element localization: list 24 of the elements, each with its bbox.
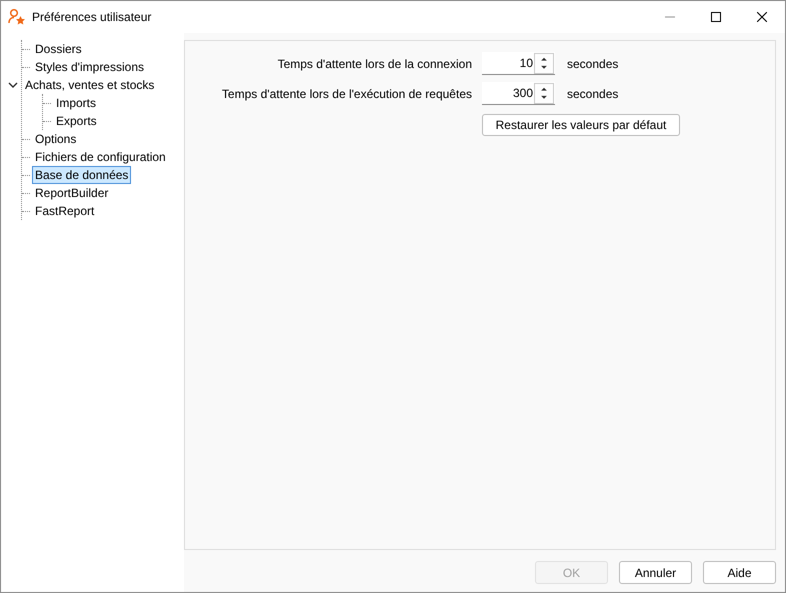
tree-item[interactable]: Styles d'impressions bbox=[32, 58, 147, 76]
tree-item[interactable]: Exports bbox=[53, 112, 100, 130]
setting-label: Temps d'attente lors de l'exécution de requêtes bbox=[220, 86, 472, 102]
tree-item[interactable]: ReportBuilder bbox=[32, 184, 112, 202]
unit-label: secondes bbox=[567, 56, 620, 72]
chevron-icon[interactable] bbox=[8, 80, 18, 90]
tree-item[interactable]: Fichiers de configuration bbox=[32, 148, 169, 166]
dialog-button[interactable]: Aide bbox=[703, 561, 776, 584]
window-title: Préférences utilisateur bbox=[32, 9, 152, 26]
maximize-icon bbox=[711, 12, 721, 22]
close-icon bbox=[757, 12, 767, 22]
tree-item[interactable]: Dossiers bbox=[32, 40, 85, 58]
user-star-icon bbox=[8, 8, 26, 26]
setting-label: Temps d'attente lors de la connexion bbox=[276, 56, 472, 72]
tree-item[interactable]: Base de données bbox=[32, 166, 132, 184]
tree-item[interactable]: Imports bbox=[53, 94, 100, 112]
tree-item[interactable]: Options bbox=[32, 130, 80, 148]
spin-field[interactable]: 300 bbox=[482, 82, 555, 105]
dialog-button[interactable]: Annuler bbox=[619, 561, 692, 584]
restore-defaults-button[interactable]: Restaurer les valeurs par défaut bbox=[482, 114, 680, 136]
spin-field[interactable]: 10 bbox=[482, 52, 555, 75]
tree-item[interactable]: Achats, ventes et stocks bbox=[22, 76, 158, 94]
tree-item[interactable]: FastReport bbox=[32, 202, 98, 220]
unit-label: secondes bbox=[567, 86, 620, 102]
